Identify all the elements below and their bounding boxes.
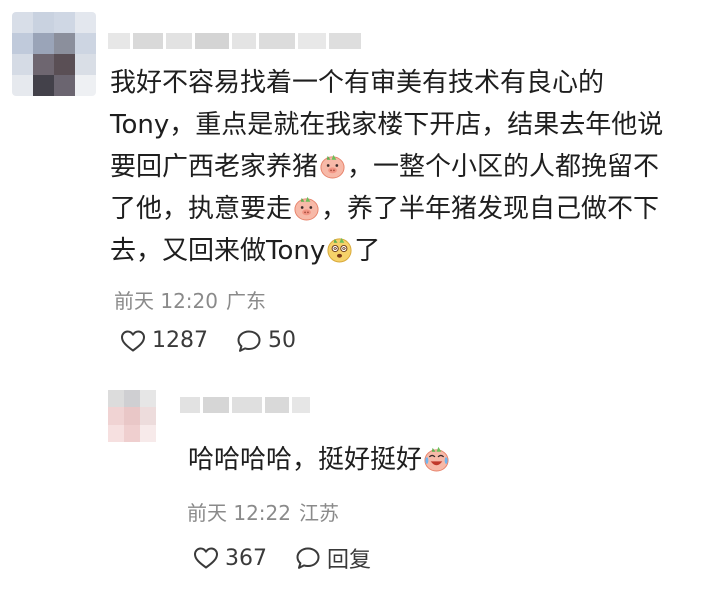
reply-text: 哈哈哈哈，挺好挺好	[188, 440, 451, 480]
reply-time: 前天 12:22	[187, 501, 291, 525]
dizzy-face-emoji-icon	[327, 237, 352, 263]
like-button[interactable]: 1287	[120, 328, 208, 353]
comment-line: 了他，执意要走	[110, 194, 293, 224]
reply-meta: 前天 12:22 江苏	[187, 497, 339, 526]
avatar[interactable]	[12, 12, 96, 96]
comment-line: 去，又回来做Tony	[110, 236, 326, 266]
comment-line: 要回广西老家养猪	[110, 152, 319, 182]
pig-emoji-icon	[320, 154, 345, 179]
laugh-cry-emoji-icon	[424, 446, 449, 472]
comment-meta: 前天 12:20 广东	[114, 285, 266, 314]
comment-line: Tony，重点是就在我家楼下开店，结果去年他说	[110, 110, 664, 140]
reply-like-button[interactable]: 367	[193, 546, 267, 571]
reply-username-blurred[interactable]	[180, 397, 310, 413]
reply-button[interactable]: 回复	[295, 542, 371, 574]
comment-actions: 1287 50	[120, 328, 296, 353]
reply-like-count: 367	[225, 545, 267, 571]
comment-line: ，一整个小区的人都挽留不	[347, 152, 660, 182]
comment-time: 前天 12:20	[114, 289, 218, 313]
speech-bubble-icon	[296, 547, 320, 569]
like-count: 1287	[152, 328, 208, 353]
comment-location: 广东	[226, 289, 266, 313]
heart-outline-icon	[194, 547, 218, 569]
speech-bubble-icon	[237, 330, 261, 352]
reply-location: 江苏	[299, 501, 339, 525]
reply-text-content: 哈哈哈哈，挺好挺好	[188, 445, 423, 475]
comment-line: 我好不容易找着一个有审美有技术有良心的	[110, 68, 605, 98]
comment-text: 我好不容易找着一个有审美有技术有良心的 Tony，重点是就在我家楼下开店，结果去…	[110, 62, 715, 272]
pig-emoji-icon	[294, 196, 319, 221]
reply-avatar[interactable]	[108, 390, 156, 442]
username-blurred[interactable]	[108, 33, 361, 49]
reply-actions: 367 回复	[193, 542, 371, 574]
heart-outline-icon	[121, 330, 145, 351]
reply-label: 回复	[327, 548, 372, 573]
reply-count-button[interactable]: 50	[236, 328, 296, 353]
comment-line: 了	[354, 236, 381, 266]
reply-count: 50	[268, 328, 296, 353]
comment-line: ，养了半年猪发现自己做不下	[321, 194, 660, 224]
